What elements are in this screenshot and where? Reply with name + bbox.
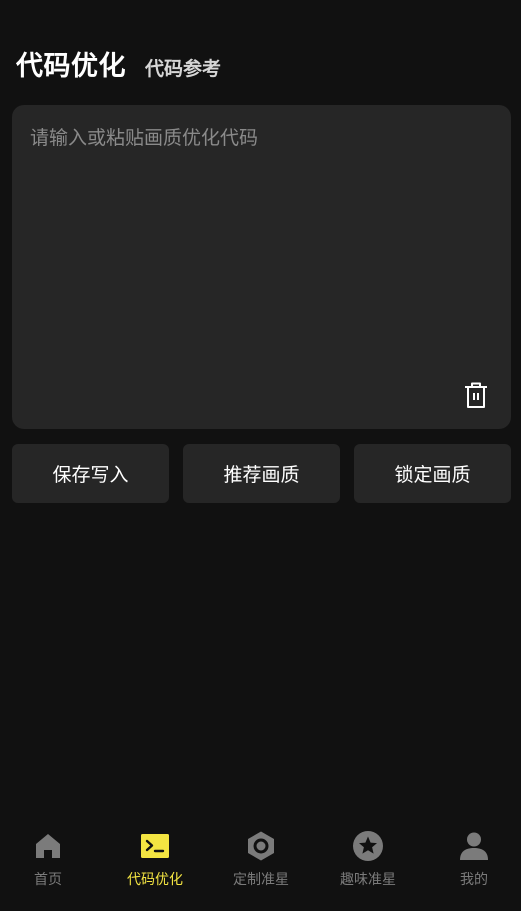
hexagon-nut-icon — [244, 829, 278, 863]
bottom-nav: 首页 代码优化 定制准星 趣味准星 我的 — [0, 821, 521, 911]
nav-label: 我的 — [460, 872, 488, 888]
nav-label: 首页 — [34, 872, 62, 888]
code-editor-panel — [12, 105, 511, 429]
nav-item-mine[interactable]: 我的 — [424, 829, 521, 899]
action-buttons: 保存写入 推荐画质 锁定画质 — [12, 444, 511, 503]
page-title: 代码优化 — [16, 51, 126, 82]
nav-label: 定制准星 — [233, 872, 289, 888]
code-input[interactable] — [30, 123, 490, 373]
terminal-icon — [138, 829, 172, 863]
nav-item-custom-crosshair[interactable]: 定制准星 — [211, 829, 311, 899]
nav-item-home[interactable]: 首页 — [0, 829, 98, 899]
home-icon — [31, 829, 65, 863]
recommend-quality-button[interactable]: 推荐画质 — [183, 444, 340, 503]
lock-quality-button[interactable]: 锁定画质 — [354, 444, 511, 503]
user-icon — [457, 829, 491, 863]
trash-icon[interactable] — [463, 381, 489, 409]
nav-label: 趣味准星 — [340, 872, 396, 888]
save-write-button[interactable]: 保存写入 — [12, 444, 169, 503]
nav-label: 代码优化 — [127, 872, 183, 888]
nav-item-fun-crosshair[interactable]: 趣味准星 — [318, 829, 418, 899]
page-header: 代码优化 代码参考 — [16, 44, 221, 83]
code-reference-tab[interactable]: 代码参考 — [145, 54, 221, 81]
nav-item-code-optimize[interactable]: 代码优化 — [105, 829, 205, 899]
star-circle-icon — [351, 829, 385, 863]
